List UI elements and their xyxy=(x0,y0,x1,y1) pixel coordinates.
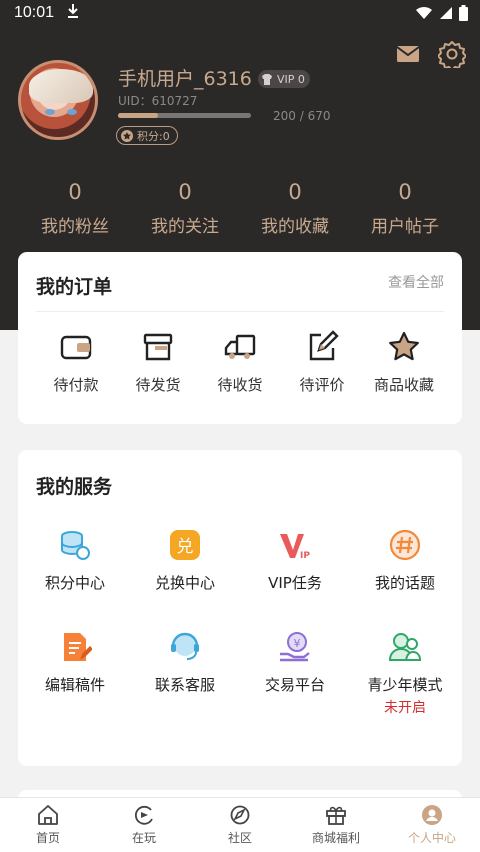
status-bar: 10:01 xyxy=(0,0,480,26)
order-pending-receipt[interactable]: 待收货 xyxy=(200,330,280,395)
tab-label: 商城福利 xyxy=(311,831,360,845)
divider xyxy=(36,311,444,312)
stat-fans[interactable]: 0 我的粉丝 xyxy=(20,180,130,237)
svg-text:IP: IP xyxy=(300,551,310,561)
exp-progress-bar xyxy=(118,113,251,118)
exp-text: 200 / 670 xyxy=(273,109,331,123)
service-label: 兑换中心 xyxy=(154,574,215,592)
tab-label: 首页 xyxy=(35,831,60,845)
profile-icon xyxy=(421,804,443,826)
order-label: 待发货 xyxy=(135,376,181,394)
orders-card: 我的订单 查看全部 待付款 待发货 待收货 待评价 商品收藏 xyxy=(18,252,462,424)
tab-label: 个人中心 xyxy=(407,831,456,845)
stat-value: 0 xyxy=(288,180,302,204)
tab-mall-benefits[interactable]: 商城福利 xyxy=(288,798,384,852)
service-label: 积分中心 xyxy=(44,574,105,592)
stat-value: 0 xyxy=(398,180,412,204)
crown-shirt-icon xyxy=(262,74,272,85)
vip-badge[interactable]: VIP 0 xyxy=(258,70,310,88)
stat-following[interactable]: 0 我的关注 xyxy=(130,180,240,237)
trade-icon: ¥ xyxy=(278,630,312,664)
svg-text:兑: 兑 xyxy=(177,537,194,557)
teen-mode-status: 未开启 xyxy=(384,700,426,716)
status-time: 10:01 xyxy=(14,4,55,21)
truck-icon xyxy=(223,330,257,364)
stat-value: 0 xyxy=(68,180,82,204)
teen-mode-icon xyxy=(388,630,422,664)
bottom-tab-bar: 首页 在玩 社区 商城福利 个人中心 xyxy=(0,797,480,852)
profile-stats: 0 我的粉丝 0 我的关注 0 我的收藏 0 用户帖子 xyxy=(20,180,460,237)
customer-service-icon xyxy=(168,630,202,664)
svg-text:¥: ¥ xyxy=(294,637,301,650)
vip-level: VIP 0 xyxy=(277,72,305,86)
stat-label: 我的收藏 xyxy=(261,217,329,237)
coins-icon xyxy=(58,528,92,562)
stat-posts[interactable]: 0 用户帖子 xyxy=(350,180,460,237)
service-label: 编辑稿件 xyxy=(44,676,105,694)
order-label: 商品收藏 xyxy=(373,376,434,394)
box-icon xyxy=(141,330,175,364)
home-icon xyxy=(37,804,59,826)
wifi-icon xyxy=(415,6,433,24)
service-label: 青少年模式 xyxy=(367,676,443,694)
service-teen-mode[interactable]: 青少年模式 未开启 xyxy=(350,630,460,717)
wallet-icon xyxy=(59,330,93,364)
message-icon[interactable] xyxy=(394,40,422,68)
exp-progress-fill xyxy=(118,113,158,118)
gift-icon xyxy=(325,804,347,826)
stat-value: 0 xyxy=(178,180,192,204)
services-card: 我的服务 积分中心 兑 兑换中心 IP VIP任务 我的话题 编辑稿件 联系客服 xyxy=(18,450,462,766)
tab-home[interactable]: 首页 xyxy=(0,798,96,852)
stat-favorites[interactable]: 0 我的收藏 xyxy=(240,180,350,237)
manuscript-icon xyxy=(58,630,93,664)
service-exchange-center[interactable]: 兑 兑换中心 xyxy=(130,528,240,593)
user-uid: UID：610727 xyxy=(118,94,198,108)
signal-icon xyxy=(439,6,453,24)
points-label: 积分:0 xyxy=(137,129,170,143)
order-pending-payment[interactable]: 待付款 xyxy=(36,330,116,395)
community-icon xyxy=(229,804,251,826)
points-badge[interactable]: 积分:0 xyxy=(116,126,178,145)
username[interactable]: 手机用户_6316 xyxy=(118,64,252,91)
exchange-icon: 兑 xyxy=(168,528,202,562)
download-icon xyxy=(66,3,80,23)
tab-community[interactable]: 社区 xyxy=(192,798,288,852)
stat-label: 用户帖子 xyxy=(371,217,439,237)
service-customer-support[interactable]: 联系客服 xyxy=(130,630,240,695)
star-icon xyxy=(387,330,421,364)
service-edit-manuscript[interactable]: 编辑稿件 xyxy=(20,630,130,695)
settings-icon[interactable] xyxy=(437,40,467,71)
order-label: 待收货 xyxy=(217,376,263,394)
order-pending-review[interactable]: 待评价 xyxy=(282,330,362,395)
orders-title: 我的订单 xyxy=(36,276,113,298)
service-label: VIP任务 xyxy=(268,574,322,592)
service-trade-platform[interactable]: ¥ 交易平台 xyxy=(240,630,350,695)
service-vip-tasks[interactable]: IP VIP任务 xyxy=(240,528,350,593)
order-favorites[interactable]: 商品收藏 xyxy=(364,330,444,395)
battery-icon xyxy=(459,5,468,25)
vip-icon: IP xyxy=(278,528,312,562)
order-pending-shipment[interactable]: 待发货 xyxy=(118,330,198,395)
service-label: 我的话题 xyxy=(374,574,435,592)
service-points-center[interactable]: 积分中心 xyxy=(20,528,130,593)
tab-playing[interactable]: 在玩 xyxy=(96,798,192,852)
avatar[interactable] xyxy=(18,60,98,140)
stat-label: 我的粉丝 xyxy=(41,217,109,237)
order-label: 待付款 xyxy=(53,376,99,394)
points-icon xyxy=(121,129,133,142)
tab-label: 社区 xyxy=(227,831,252,845)
tab-label: 在玩 xyxy=(131,831,156,845)
service-my-topics[interactable]: 我的话题 xyxy=(350,528,460,593)
topic-icon xyxy=(388,528,422,562)
tab-profile-center[interactable]: 个人中心 xyxy=(384,798,480,852)
view-all-orders-link[interactable]: 查看全部 xyxy=(388,272,444,292)
playing-icon xyxy=(133,804,155,826)
order-label: 待评价 xyxy=(299,376,345,394)
service-label: 联系客服 xyxy=(154,676,215,694)
edit-icon xyxy=(305,330,339,364)
service-label: 交易平台 xyxy=(264,676,325,694)
services-title: 我的服务 xyxy=(36,476,113,498)
stat-label: 我的关注 xyxy=(151,217,219,237)
